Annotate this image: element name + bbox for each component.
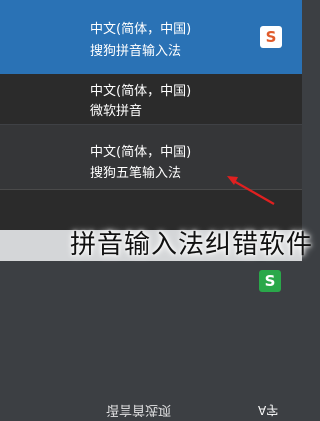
- menu-item-language: 中文(简体，中国): [90, 84, 192, 99]
- menu-item-ime-name: 搜狗拼音输入法: [90, 44, 182, 59]
- sogou-icon: S: [260, 26, 282, 48]
- language-icon: A字: [258, 403, 279, 417]
- menu-item-sogou-pinyin[interactable]: 中文(简体，中国) 搜狗拼音输入法 S: [0, 0, 302, 74]
- menu-item-language: 中文(简体，中国): [90, 22, 192, 37]
- menu-item-sogou-wubi[interactable]: 中文(简体，中国) 搜狗五笔输入法 S: [0, 124, 302, 292]
- menu-item-language: 中文(简体，中国): [90, 145, 192, 160]
- language-preferences-label: 语言首选项: [106, 402, 172, 417]
- sogou-wubi-icon: S: [259, 270, 281, 292]
- menu-item-microsoft-pinyin[interactable]: 中文(简体，中国) 微软拼音 拼: [0, 74, 302, 184]
- ime-switcher-menu: 中文(简体，中国) 搜狗拼音输入法 S 中文(简体，中国) 微软拼音 拼 中文(…: [0, 0, 302, 417]
- watermark-caption: 拼音输入法纠错软件: [70, 230, 314, 260]
- menu-item-ime-name: 微软拼音: [90, 104, 143, 119]
- menu-item-ime-name: 搜狗五笔输入法: [90, 166, 182, 181]
